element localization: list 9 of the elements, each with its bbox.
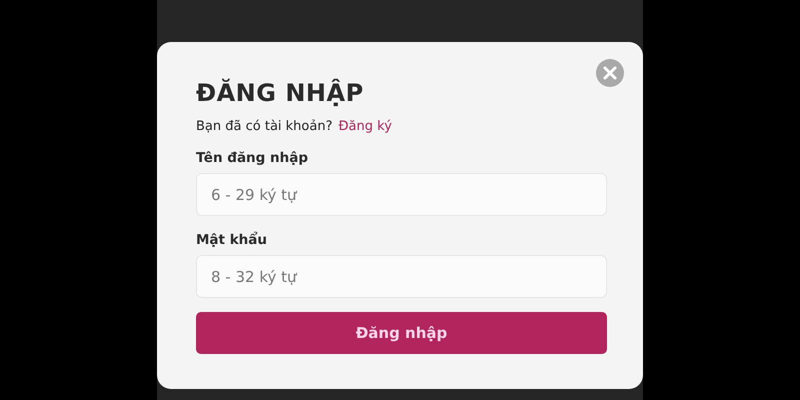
dialog-title: ĐĂNG NHẬP (196, 79, 365, 107)
input-field[interactable]: 6 - 29 ký tự (196, 173, 607, 216)
prompt-text: Bạn đã có tài khoản? (196, 119, 332, 134)
field-label: Tên đăng nhập (196, 150, 310, 166)
login-button[interactable]: Đăng nhập (196, 312, 607, 354)
input-field[interactable]: 8 - 32 ký tự (196, 255, 607, 298)
register-link[interactable]: Đăng ký (338, 119, 392, 134)
field-label: Mật khẩu (196, 232, 268, 248)
close-button[interactable] (596, 59, 624, 87)
